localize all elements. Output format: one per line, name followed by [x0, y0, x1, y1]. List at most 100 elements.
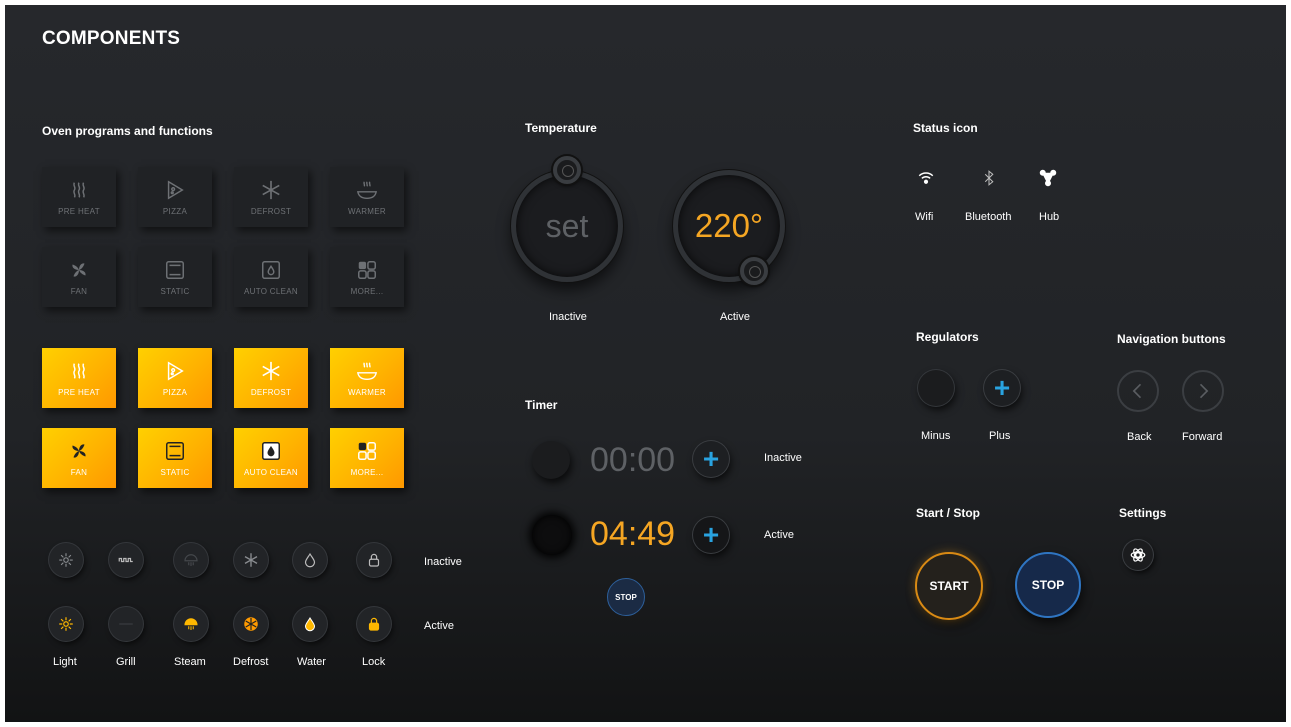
wifi-icon: [918, 172, 934, 184]
light-icon: [59, 617, 73, 631]
regulator-minus-label: Minus: [921, 430, 951, 442]
program-label: AUTO CLEAN: [244, 467, 298, 477]
program-tile-autoclean[interactable]: AUTO CLEAN: [234, 247, 308, 307]
section-oven-title: Oven programs and functions: [42, 124, 213, 138]
autoclean-icon: [262, 260, 280, 279]
program-tile-pizza[interactable]: PIZZA: [138, 167, 212, 227]
function-label-grill: Grill: [116, 656, 136, 668]
nav-back-label: Back: [1127, 431, 1152, 443]
timer-stop-label: STOP: [615, 592, 637, 602]
water-button-active[interactable]: [293, 607, 327, 641]
defrost-button-inactive[interactable]: [234, 543, 268, 577]
nav-forward-label: Forward: [1182, 431, 1223, 443]
temperature-inactive-label: Inactive: [549, 311, 587, 323]
program-tile-autoclean-active[interactable]: AUTO CLEAN: [234, 428, 308, 488]
timer-minus-active[interactable]: [532, 515, 572, 555]
program-tile-warmer-active[interactable]: WARMER: [330, 348, 404, 408]
bowl-steam-icon: [356, 180, 378, 199]
temperature-value-active: 220°: [694, 207, 764, 244]
temperature-knob-inactive[interactable]: [553, 156, 581, 184]
section-status-title: Status icon: [913, 121, 978, 135]
program-label: DEFROST: [250, 206, 292, 216]
grill-icon: [119, 623, 133, 625]
program-label: WARMER: [348, 387, 386, 397]
program-tile-preheat[interactable]: PRE HEAT: [42, 167, 116, 227]
grill-button-inactive[interactable]: [109, 543, 143, 577]
program-tile-static[interactable]: STATIC: [138, 247, 212, 307]
program-tile-more-active[interactable]: MORE...: [330, 428, 404, 488]
temperature-active-label: Active: [720, 311, 750, 323]
gear-icon: [1130, 548, 1146, 562]
nav-back-button[interactable]: [1117, 370, 1159, 412]
lock-icon: [368, 553, 380, 567]
timer-minus-inactive[interactable]: [532, 441, 570, 479]
light-button-active[interactable]: [49, 607, 83, 641]
page-title: COMPONENTS: [42, 28, 181, 49]
timer-value-active: 04:49: [590, 515, 676, 553]
status-label-wifi: Wifi: [915, 211, 934, 223]
fan-icon: [72, 443, 86, 458]
section-settings-title: Settings: [1119, 506, 1167, 520]
settings-button[interactable]: [1123, 540, 1153, 570]
section-regulators-title: Regulators: [916, 330, 979, 344]
steam-button-active[interactable]: [174, 607, 208, 641]
snowflake-icon: [244, 553, 258, 567]
stop-button[interactable]: STOP: [1015, 552, 1081, 618]
program-label: WARMER: [348, 206, 386, 216]
function-label-water: Water: [297, 656, 326, 668]
hub-icon: [1039, 169, 1057, 187]
temperature-dial-inactive[interactable]: set: [511, 170, 623, 282]
grill-button-active[interactable]: [109, 607, 143, 641]
timer-stop-button[interactable]: STOP: [607, 578, 645, 616]
program-label: AUTO CLEAN: [244, 286, 298, 296]
section-timer-title: Timer: [525, 398, 558, 412]
temperature-dial-active[interactable]: 220°: [673, 170, 785, 282]
timer-inactive-label: Inactive: [764, 452, 802, 464]
section-startstop-title: Start / Stop: [916, 506, 981, 520]
lock-button-active[interactable]: [357, 607, 391, 641]
regulator-plus-button[interactable]: +: [984, 370, 1020, 406]
heat-waves-icon: [73, 181, 85, 198]
function-label-defrost: Defrost: [233, 656, 269, 668]
defrost-button-active[interactable]: [234, 607, 268, 641]
program-tile-more[interactable]: MORE...: [330, 247, 404, 307]
program-tile-defrost[interactable]: DEFROST: [234, 167, 308, 227]
snowflake-icon: [262, 361, 280, 380]
start-button[interactable]: START: [915, 552, 983, 620]
program-label: PIZZA: [162, 387, 188, 397]
chevron-left-icon: [1132, 383, 1142, 399]
program-tile-fan-active[interactable]: FAN: [42, 428, 116, 488]
light-button-inactive[interactable]: [49, 543, 83, 577]
start-label: START: [929, 579, 969, 593]
program-tile-warmer[interactable]: WARMER: [330, 167, 404, 227]
program-tile-static-active[interactable]: STATIC: [138, 428, 212, 488]
program-label: MORE...: [350, 286, 384, 296]
grid-more-icon: [358, 441, 376, 460]
program-tile-preheat-active[interactable]: PRE HEAT: [42, 348, 116, 408]
water-button-inactive[interactable]: [293, 543, 327, 577]
temperature-knob-active[interactable]: [740, 257, 768, 285]
steam-button-inactive[interactable]: [174, 543, 208, 577]
status-label-hub: Hub: [1039, 211, 1060, 223]
bluetooth-icon: [984, 170, 994, 186]
timer-plus-inactive[interactable]: +: [693, 441, 729, 477]
function-label-light: Light: [53, 656, 77, 668]
timer-value-inactive: 00:00: [590, 441, 676, 479]
lock-icon: [368, 617, 380, 631]
water-drop-icon: [304, 616, 316, 632]
grill-icon: [118, 557, 133, 563]
program-tile-fan[interactable]: FAN: [42, 247, 116, 307]
program-label: STATIC: [160, 286, 190, 296]
steam-icon: [184, 618, 198, 630]
program-tile-defrost-active[interactable]: DEFROST: [234, 348, 308, 408]
program-tile-pizza-active[interactable]: PIZZA: [138, 348, 212, 408]
timer-active-label: Active: [764, 529, 794, 541]
regulator-minus-button[interactable]: [918, 370, 954, 406]
timer-plus-active[interactable]: +: [693, 517, 729, 553]
components-canvas: COMPONENTS Oven programs and functions P…: [5, 5, 1286, 722]
lock-button-inactive[interactable]: [357, 543, 391, 577]
status-label-bluetooth: Bluetooth: [965, 211, 1012, 223]
program-label: PRE HEAT: [58, 387, 100, 397]
heat-waves-icon: [73, 362, 85, 379]
nav-forward-button[interactable]: [1182, 370, 1224, 412]
